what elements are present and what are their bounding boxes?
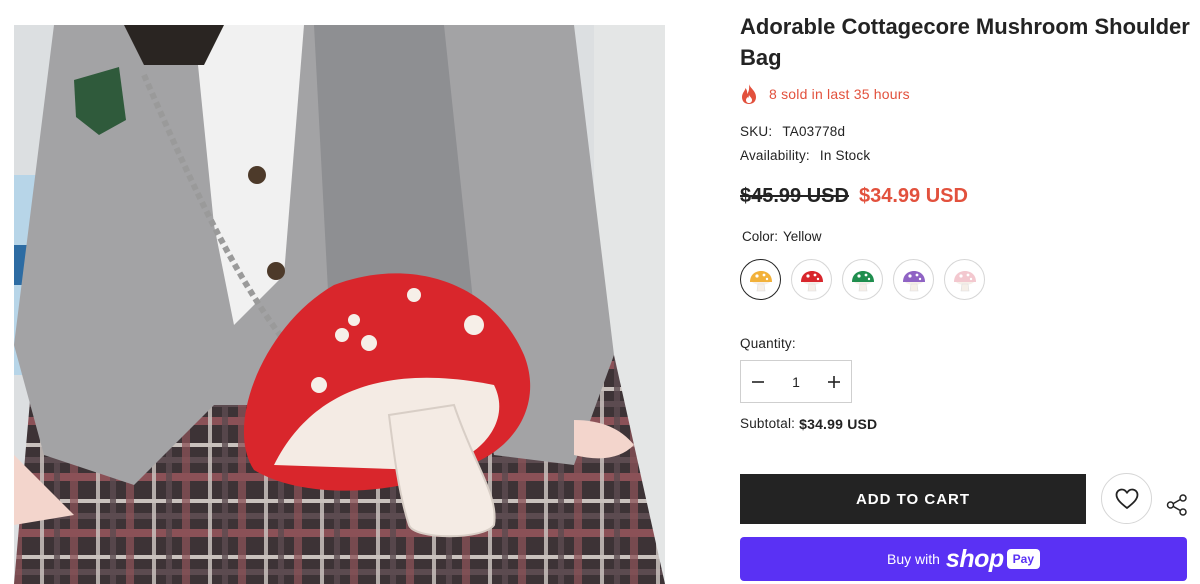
quantity-input[interactable] xyxy=(775,373,817,390)
mushroom-icon xyxy=(851,270,874,291)
buy-with-label: Buy with xyxy=(887,551,940,567)
price-block: $45.99 USD $34.99 USD xyxy=(740,185,968,208)
quantity-stepper xyxy=(740,360,852,403)
color-swatch[interactable] xyxy=(842,259,883,300)
mushroom-icon xyxy=(902,270,925,291)
availability-row: Availability: In Stock xyxy=(740,148,870,163)
share-icon[interactable] xyxy=(1166,494,1188,516)
subtotal-row: Subtotal: $34.99 USD xyxy=(740,416,877,432)
pay-badge: Pay xyxy=(1006,549,1040,569)
compare-at-price: $45.99 USD xyxy=(740,185,849,207)
mushroom-icon xyxy=(953,270,976,291)
product-info: Adorable Cottagecore Mushroom Shoulder B… xyxy=(740,0,1200,584)
subtotal-label: Subtotal: xyxy=(740,416,796,431)
sold-indicator: 8 sold in last 35 hours xyxy=(740,82,910,106)
wishlist-button[interactable] xyxy=(1101,473,1152,524)
mushroom-icon xyxy=(749,270,772,291)
product-image xyxy=(14,25,665,584)
shop-pay-button[interactable]: Buy with shop Pay xyxy=(740,537,1187,581)
heart-icon xyxy=(1115,488,1138,509)
sold-text: 8 sold in last 35 hours xyxy=(769,86,910,102)
availability-label: Availability: xyxy=(740,148,810,163)
sale-price: $34.99 USD xyxy=(858,185,968,207)
minus-icon xyxy=(752,380,764,383)
color-label: Color: xyxy=(742,229,779,244)
availability-value: In Stock xyxy=(819,148,871,163)
color-row: Color: Yellow xyxy=(742,229,822,244)
subtotal-amount: $34.99 USD xyxy=(799,416,878,432)
sku-value: TA03778d xyxy=(782,124,846,139)
color-swatch[interactable] xyxy=(740,259,781,300)
fire-icon xyxy=(742,84,756,104)
decrease-quantity-button[interactable] xyxy=(741,361,775,402)
shop-wordmark: shop xyxy=(945,544,1004,573)
add-to-cart-button[interactable]: ADD TO CART xyxy=(740,474,1086,524)
color-selected-value: Yellow xyxy=(783,229,822,244)
plus-icon xyxy=(828,375,840,388)
sku-row: SKU: TA03778d xyxy=(740,124,845,139)
sku-label: SKU: xyxy=(740,124,773,139)
color-swatch[interactable] xyxy=(791,259,832,300)
color-swatch[interactable] xyxy=(944,259,985,300)
increase-quantity-button[interactable] xyxy=(817,361,851,402)
product-title: Adorable Cottagecore Mushroom Shoulder B… xyxy=(740,14,1190,70)
color-swatches xyxy=(740,259,995,300)
color-swatch[interactable] xyxy=(893,259,934,300)
mushroom-icon xyxy=(800,270,823,291)
quantity-label: Quantity: xyxy=(740,336,796,351)
